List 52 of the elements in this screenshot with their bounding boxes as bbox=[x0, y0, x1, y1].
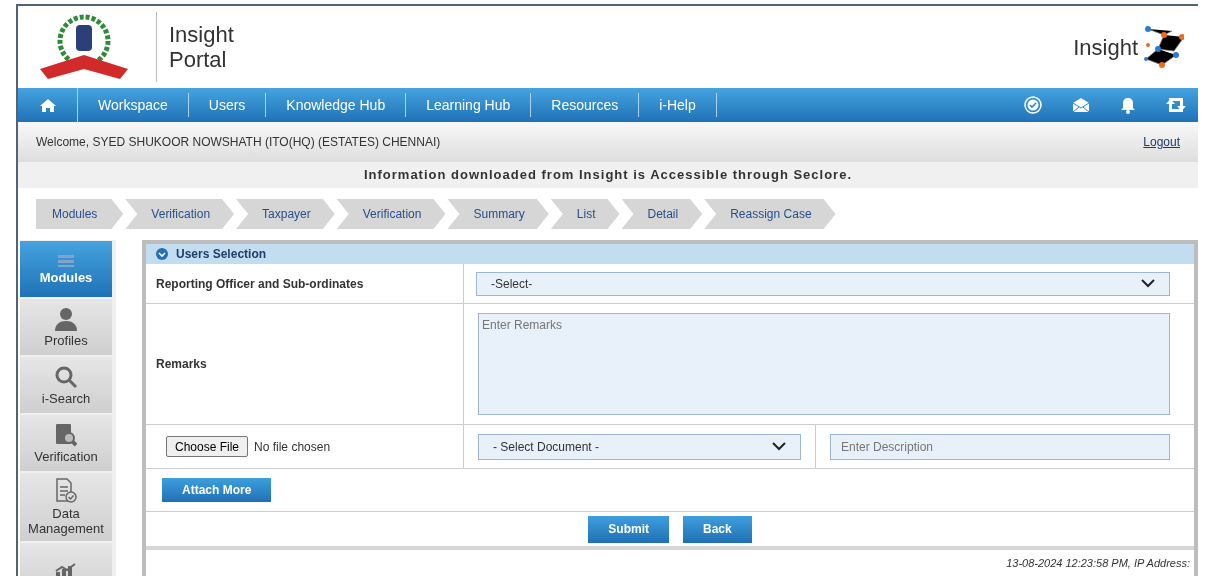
menu-icon bbox=[58, 253, 74, 268]
choose-file-button[interactable]: Choose File bbox=[166, 436, 249, 457]
breadcrumb-link[interactable]: Reassign Case bbox=[704, 199, 836, 229]
sidebar-item[interactable]: Data Management bbox=[20, 473, 112, 541]
breadcrumb-link[interactable]: Taxpayer bbox=[236, 199, 335, 229]
section-header[interactable]: Users Selection bbox=[146, 244, 1194, 264]
sidebar-item[interactable]: Verification bbox=[20, 415, 112, 471]
officer-select[interactable]: -Select- bbox=[476, 271, 1170, 296]
breadcrumb-link[interactable]: List bbox=[550, 199, 620, 229]
portal-title: Insight bbox=[169, 22, 234, 47]
user-icon bbox=[54, 306, 78, 331]
sidebar-item[interactable]: Profiles bbox=[20, 299, 112, 355]
section-title: Users Selection bbox=[176, 246, 267, 263]
form-button[interactable]: Back bbox=[683, 515, 752, 543]
remarks-field[interactable]: Enter Remarks bbox=[478, 313, 1170, 415]
form-button[interactable]: Submit bbox=[588, 515, 669, 543]
breadcrumb-link[interactable]: Verification bbox=[336, 199, 446, 229]
sidebar-item[interactable]: Modules bbox=[20, 241, 112, 297]
chart-icon bbox=[54, 563, 78, 576]
welcome-text: Welcome, SYED SHUKOOR NOWSHATH (ITO(HQ) (ESTATES) CHENNAI) bbox=[36, 134, 441, 151]
logout-link[interactable]: Logout bbox=[1143, 133, 1180, 151]
file-status: No file chosen bbox=[254, 438, 331, 456]
check-circle-icon[interactable] bbox=[1024, 96, 1042, 114]
notice-text: Information downloaded from Insight is Accessible through Seclore. bbox=[363, 166, 853, 185]
nav-link[interactable]: Resources bbox=[531, 93, 640, 117]
field-label: Remarks bbox=[156, 356, 207, 373]
chevron-down-icon bbox=[1141, 279, 1155, 288]
field-label: Reporting Officer and Sub-ordinates bbox=[156, 275, 364, 293]
sidebar-item[interactable]: i-Search bbox=[20, 357, 112, 413]
timestamp-text: 13-08-2024 12:23:58 PM, IP Address: bbox=[1006, 556, 1190, 571]
description-field[interactable]: Enter Description bbox=[830, 433, 1170, 460]
brand-name: Insight bbox=[1073, 33, 1138, 62]
document-search-icon bbox=[55, 422, 77, 447]
refresh-icon[interactable] bbox=[1166, 97, 1186, 113]
home-icon bbox=[38, 97, 57, 113]
attach-more-button[interactable]: Attach More bbox=[162, 478, 272, 502]
chevron-down-icon bbox=[772, 442, 786, 451]
portal-subtitle: Portal bbox=[169, 47, 228, 72]
nav-link[interactable]: Users bbox=[188, 93, 267, 117]
breadcrumb-link[interactable]: Verification bbox=[125, 199, 235, 229]
nav-link[interactable]: Workspace bbox=[78, 93, 189, 117]
breadcrumb-link[interactable]: Summary bbox=[447, 199, 549, 229]
mail-icon[interactable] bbox=[1072, 97, 1090, 113]
nav-link[interactable]: Knowledge Hub bbox=[266, 93, 407, 117]
breadcrumb-link[interactable]: Detail bbox=[621, 199, 703, 229]
breadcrumb-link[interactable]: Modules bbox=[36, 199, 124, 229]
nav-link[interactable]: Learning Hub bbox=[406, 93, 532, 117]
document-select[interactable]: - Select Document - bbox=[478, 433, 801, 460]
search-icon bbox=[54, 364, 78, 389]
document-check-icon bbox=[55, 478, 77, 504]
bell-icon[interactable] bbox=[1120, 96, 1136, 114]
nav-link[interactable]: i-Help bbox=[639, 93, 717, 117]
